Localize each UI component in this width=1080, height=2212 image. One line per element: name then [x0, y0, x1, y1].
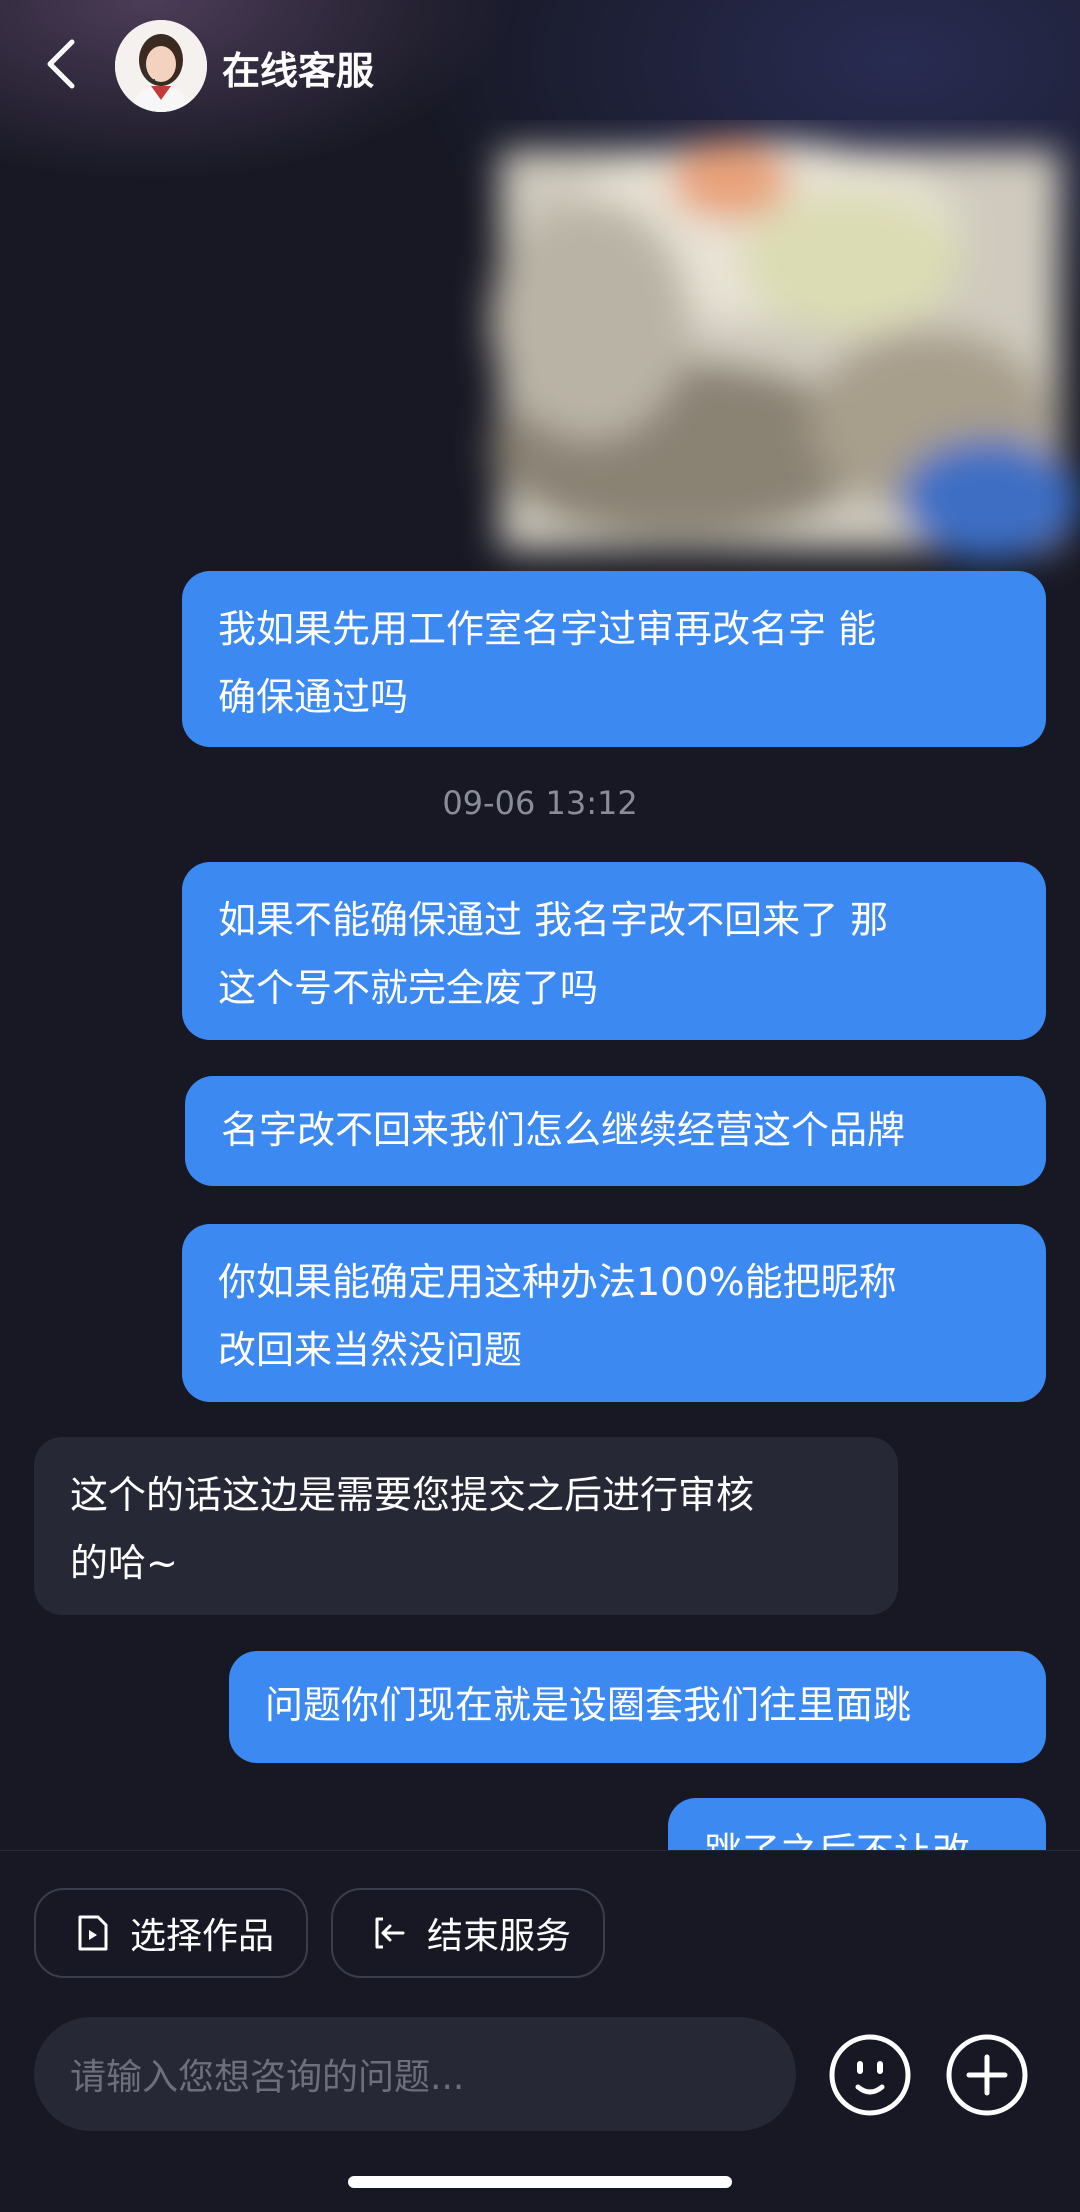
select-work-label: 选择作品	[130, 1916, 275, 1957]
message-bubble-incoming[interactable]: 这个的话这边是需要您提交之后进行审核 的哈~	[34, 1437, 898, 1615]
plus-icon[interactable]	[945, 2033, 1029, 2117]
message-text: 我如果先用工作室名字过审再改名字 能	[218, 607, 877, 651]
end-service-label: 结束服务	[427, 1916, 572, 1957]
video-file-icon	[72, 1913, 112, 1953]
message-bubble-outgoing[interactable]: 跳了之后不让改	[668, 1798, 1046, 1850]
message-text: 这个号不就完全废了吗	[218, 966, 599, 1010]
message-bubble-outgoing[interactable]: 如果不能确保通过 我名字改不回来了 那 这个号不就完全废了吗	[182, 862, 1046, 1040]
message-text: 你如果能确定用这种办法100%能把昵称	[218, 1260, 897, 1304]
chevron-left-icon[interactable]	[40, 34, 90, 94]
message-text: 问题你们现在就是设圈套我们往里面跳	[265, 1683, 912, 1727]
message-text: 名字改不回来我们怎么继续经营这个品牌	[221, 1108, 906, 1152]
message-bubble-outgoing[interactable]: 名字改不回来我们怎么继续经营这个品牌	[185, 1076, 1046, 1186]
message-text: 如果不能确保通过 我名字改不回来了 那	[218, 898, 889, 942]
select-work-button[interactable]: 选择作品	[34, 1888, 308, 1978]
message-text: 的哈~	[70, 1541, 178, 1585]
message-bubble-outgoing[interactable]: 问题你们现在就是设圈套我们往里面跳	[229, 1651, 1046, 1763]
home-indicator[interactable]	[348, 2176, 732, 2188]
message-text: 这个的话这边是需要您提交之后进行审核	[70, 1473, 755, 1517]
end-service-button[interactable]: 结束服务	[331, 1888, 605, 1978]
exit-icon	[369, 1913, 409, 1953]
timestamp: 09-06 13:12	[442, 784, 638, 822]
input-placeholder: 请输入您想咨询的问题...	[70, 2057, 465, 2098]
message-bubble-outgoing[interactable]: 我如果先用工作室名字过审再改名字 能 确保通过吗	[182, 571, 1046, 747]
avatar[interactable]	[115, 20, 207, 112]
blurred-image-message[interactable]	[430, 120, 1080, 600]
message-text: 改回来当然没问题	[218, 1328, 523, 1372]
bottom-bar: 选择作品 结束服务 请输入您想咨询的问题...	[0, 1850, 1080, 2212]
emoji-icon[interactable]	[828, 2033, 912, 2117]
message-text: 跳了之后不让改	[704, 1818, 1010, 1850]
page-title: 在线客服	[222, 49, 375, 93]
chat-area[interactable]: 我如果先用工作室名字过审再改名字 能 确保通过吗 09-06 13:12 如果不…	[0, 0, 1080, 1850]
message-text: 确保通过吗	[218, 675, 409, 719]
message-bubble-outgoing[interactable]: 你如果能确定用这种办法100%能把昵称 改回来当然没问题	[182, 1224, 1046, 1402]
message-input[interactable]: 请输入您想咨询的问题...	[34, 2017, 796, 2131]
chat-header: 在线客服	[0, 0, 1080, 130]
